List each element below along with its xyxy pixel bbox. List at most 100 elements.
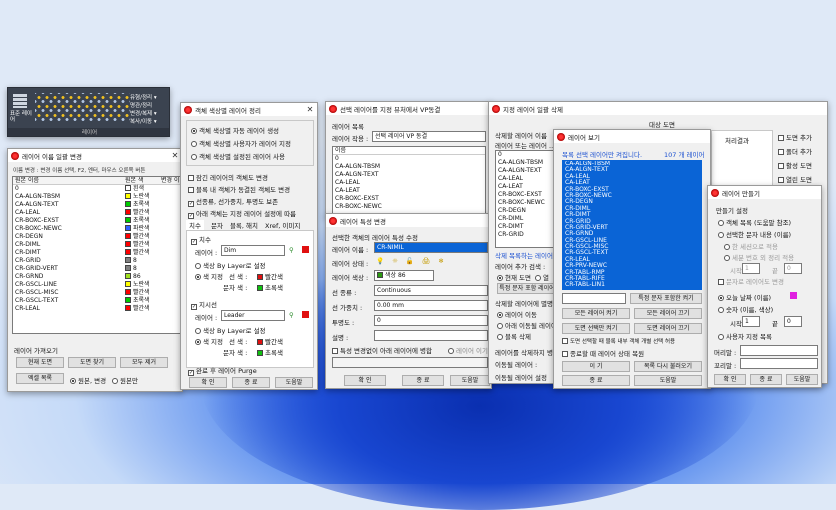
drawing-layer-off-button[interactable]: 도면 레이어 끄기 bbox=[634, 323, 702, 334]
table-row[interactable]: CR-DIML 빨간색 bbox=[13, 241, 181, 249]
lineweight-input[interactable]: 0.00 mm bbox=[374, 300, 488, 311]
vp-layer-list[interactable]: 이름 0 CA-ALGN-TBSM CA-ALGN-TEXT CA-LEAL CA-LE… bbox=[332, 146, 486, 216]
tab-text[interactable]: 문자 bbox=[211, 220, 223, 230]
state-icons[interactable]: 💡☼🔓🖨❄ bbox=[376, 257, 452, 265]
layer-view-list[interactable]: CA-ALGN-TBSM CA-ALGN-TEXT CA-LEAL CA-LEAT CR… bbox=[562, 160, 702, 290]
ribbon-item[interactable]: 유형/정리 ▾ bbox=[130, 93, 157, 101]
list-item[interactable]: CA-LEAT bbox=[333, 187, 485, 195]
list-item[interactable]: CR-BOXC-EXST bbox=[333, 195, 485, 203]
check-restore[interactable]: 종료할 때 레이어 상태 복원 bbox=[562, 348, 644, 358]
check-text-layer[interactable]: 문자로 레이어도 변경 bbox=[718, 276, 784, 286]
help-button[interactable]: 도움말 bbox=[786, 374, 818, 385]
table-row[interactable]: CA-LEAL 빨간색 bbox=[13, 209, 181, 217]
layer-table[interactable]: 원본 이름 원본 색 변경 이 0 흰색 CA-ALGN-TBSM 노란색 CA-ALGN-… bbox=[12, 176, 182, 334]
tab-dim[interactable]: 치수 bbox=[186, 220, 204, 230]
select-only-on-button[interactable]: 도면 선택만 켜기 bbox=[562, 323, 630, 334]
transparency-input[interactable]: 0 bbox=[374, 315, 488, 326]
radio-auto[interactable]: 객체 색상별 자동 레이어 생성 bbox=[191, 125, 279, 135]
table-row[interactable]: 0 흰색 bbox=[13, 185, 181, 193]
flip-button[interactable]: 이 기 bbox=[562, 361, 630, 372]
help-button[interactable]: 도움말 bbox=[275, 377, 313, 388]
active-drawing[interactable]: 활성 도면 bbox=[778, 160, 812, 170]
add-folder[interactable]: 폴더 추가 bbox=[778, 146, 812, 156]
list-item[interactable]: CR-TABL-LIN1 bbox=[563, 282, 701, 289]
list-item[interactable]: CA-ALGN-TEXT bbox=[496, 167, 556, 175]
radio-today[interactable]: 오늘 날짜 (이름) bbox=[718, 292, 771, 302]
all-on-button[interactable]: 모든 레이어 켜기 bbox=[562, 308, 630, 319]
radio-move[interactable]: 레이어 이동 bbox=[497, 309, 537, 319]
layer-color-input[interactable]: 색상 86 bbox=[374, 270, 434, 281]
close-button[interactable]: 종 료 bbox=[562, 375, 630, 386]
table-row[interactable]: CR-GRID 8 bbox=[13, 257, 181, 265]
color-swatch[interactable] bbox=[302, 311, 309, 318]
list-item[interactable]: CR-BOXC-NEWC bbox=[496, 199, 556, 207]
all-off-button[interactable]: 모든 레이어 끄기 bbox=[634, 308, 702, 319]
picker-icon[interactable]: ⚲ bbox=[289, 246, 294, 254]
check-locked[interactable]: 잠긴 레이어의 객체도 변경 bbox=[188, 172, 268, 182]
current-drawing-button[interactable]: 현재 도면 bbox=[16, 357, 64, 368]
ribbon-big-icon[interactable] bbox=[13, 94, 27, 108]
radio-number[interactable]: 세분 번호 외 정리 적용 bbox=[724, 252, 794, 262]
reload-list-button[interactable]: 목록 다시 불러오기 bbox=[634, 361, 702, 372]
special-char-button[interactable]: 특정 문자 포함 레이어 bbox=[497, 283, 557, 294]
radio-object-list[interactable]: 객체 목록 (도움말 참조) bbox=[718, 217, 791, 227]
open-drawing[interactable]: 열린 도면 bbox=[778, 174, 812, 184]
merge-target-input[interactable] bbox=[332, 357, 488, 368]
description-input[interactable] bbox=[374, 330, 488, 341]
radio-below[interactable]: 아래 이동될 레이어 bbox=[497, 320, 557, 330]
delete-layer-list[interactable]: 0 CA-ALGN-TBSM CA-ALGN-TEXT CA-LEAL CA-LEAT C… bbox=[495, 150, 557, 248]
check-dim[interactable]: ✓ 치수 bbox=[191, 234, 211, 245]
list-item[interactable]: CA-ALGN-TEXT bbox=[333, 171, 485, 179]
dim-layer-input[interactable]: Dim bbox=[221, 245, 285, 256]
close-icon[interactable]: ✕ bbox=[303, 104, 317, 116]
table-row[interactable]: CR-GRID-VERT 8 bbox=[13, 265, 181, 273]
tab-xref[interactable]: Xref, 이미지 bbox=[265, 220, 300, 230]
option-radio[interactable]: 레이어 이기 bbox=[448, 345, 488, 355]
list-item[interactable]: 0 bbox=[333, 155, 485, 163]
line-color-value[interactable]: 빨간색 bbox=[257, 336, 283, 346]
ribbon-icon-grid[interactable] bbox=[35, 93, 130, 121]
radio-block-delete[interactable]: 블록 삭제 bbox=[497, 331, 531, 341]
list-item[interactable]: CR-BOXC-NEWC bbox=[333, 203, 485, 211]
check-block-select[interactable]: 도면 선택할 때 블록 내부 객체 개별 선택 허용 bbox=[562, 337, 675, 345]
list-item[interactable]: CA-LEAT bbox=[496, 183, 556, 191]
radio-color[interactable]: 색 지정 bbox=[195, 271, 223, 281]
radio-bylayer-2[interactable]: 색상 By Layer로 설정 bbox=[195, 325, 266, 335]
find-drawing-button[interactable]: 도면 찾기 bbox=[68, 357, 116, 368]
table-row[interactable]: CR-LEAL 빨간색 bbox=[13, 305, 181, 313]
layer-name-input[interactable]: CR-NIMIL bbox=[374, 242, 488, 253]
ribbon-item[interactable]: 변경/복제 ▾ bbox=[130, 109, 157, 117]
line-color-value[interactable]: 빨간색 bbox=[257, 271, 283, 281]
end-input[interactable]: 0 bbox=[784, 316, 802, 327]
list-item[interactable]: CR-BOXC-EXST bbox=[496, 191, 556, 199]
table-row[interactable]: CA-ALGN-TEXT 초록색 bbox=[13, 201, 181, 209]
ribbon-item[interactable]: 명관/정리 bbox=[130, 101, 152, 109]
list-item[interactable]: CA-LEAL bbox=[333, 179, 485, 187]
radio-original-only[interactable]: 원본만 bbox=[112, 375, 138, 385]
close-button[interactable]: 종 료 bbox=[402, 375, 444, 386]
list-item[interactable]: CR-DIML bbox=[496, 215, 556, 223]
leader-layer-input[interactable]: Leader bbox=[221, 310, 285, 321]
close-button[interactable]: 종 료 bbox=[750, 374, 782, 385]
radio-open[interactable]: 열 bbox=[535, 272, 549, 282]
radio-number-name[interactable]: 숫자 (이름, 색상) bbox=[718, 304, 773, 314]
ok-button[interactable]: 확 인 bbox=[189, 377, 227, 388]
prefix-input[interactable] bbox=[740, 345, 818, 356]
check-frozen[interactable]: 블록 내 객체가 동결된 객체도 변경 bbox=[188, 184, 290, 194]
suffix-input[interactable] bbox=[740, 358, 818, 369]
check-purge[interactable]: ✓ 완료 후 레이어 Purge bbox=[188, 365, 257, 376]
help-button[interactable]: 도움말 bbox=[450, 375, 490, 386]
list-item[interactable]: CA-LEAL bbox=[496, 175, 556, 183]
start-input[interactable]: 1 bbox=[742, 316, 760, 327]
start-input[interactable]: 1 bbox=[742, 263, 760, 274]
linetype-input[interactable]: Continuous bbox=[374, 285, 488, 296]
merge-check[interactable]: 특성 변경없이 아래 레이어에 병합 bbox=[332, 345, 432, 355]
date-color-swatch[interactable] bbox=[790, 292, 797, 299]
ok-button[interactable]: 확 인 bbox=[344, 375, 386, 386]
radio-session[interactable]: 한 세션으로 적용 bbox=[724, 241, 778, 251]
help-button[interactable]: 도움말 bbox=[634, 375, 702, 386]
filter-input[interactable] bbox=[562, 293, 626, 304]
close-button[interactable]: 종 료 bbox=[232, 377, 270, 388]
add-drawing[interactable]: 도면 추가 bbox=[778, 132, 812, 142]
check-follow[interactable]: ✓ 아래 객체는 지정 레이어 설정에 따름 bbox=[188, 208, 296, 219]
